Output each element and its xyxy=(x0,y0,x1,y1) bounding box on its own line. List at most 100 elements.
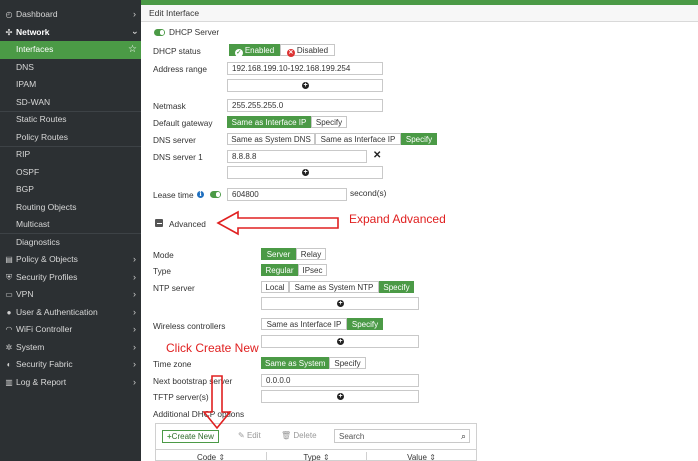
wlc-specify-button[interactable]: Specify xyxy=(347,318,383,330)
tz-specify-button[interactable]: Specify xyxy=(329,357,366,369)
sort-icon: ⇕ xyxy=(322,453,330,461)
dns-same-as-system-button[interactable]: Same as System DNS xyxy=(227,133,315,145)
advanced-toggle-label[interactable]: Advanced xyxy=(169,219,206,229)
dns-server-1-input[interactable]: 8.8.8.8 xyxy=(227,150,367,163)
edit-label: Edit xyxy=(246,431,261,440)
sidebar-item-label: Static Routes xyxy=(16,114,67,124)
ntp-specify-button[interactable]: Specify xyxy=(379,281,414,293)
delete-button[interactable]: 🗑 Delete xyxy=(277,430,321,443)
sidebar-item-diagnostics[interactable]: Diagnostics xyxy=(0,234,141,252)
dhcp-server-section-title: DHCP Server xyxy=(169,27,220,37)
vpn-icon: ▭ xyxy=(5,290,13,299)
sidebar-item-policy-routes[interactable]: Policy Routes xyxy=(0,129,141,147)
netmask-input[interactable]: 255.255.255.0 xyxy=(227,99,383,112)
sidebar-item-user-authentication[interactable]: ● User & Authentication › xyxy=(0,304,141,322)
sidebar-item-policy-objects[interactable]: ▤ Policy & Objects › xyxy=(0,251,141,269)
sidebar-item-static-routes[interactable]: Static Routes xyxy=(0,111,141,129)
add-plus-icon: + xyxy=(302,169,309,176)
column-header-label: Type xyxy=(303,453,321,461)
log-report-icon: ▥ xyxy=(5,377,13,387)
mode-server-button[interactable]: Server xyxy=(261,248,296,260)
sidebar-item-security-profiles[interactable]: ⛨ Security Profiles › xyxy=(0,269,141,287)
dhcp-server-toggle[interactable] xyxy=(154,29,165,36)
sidebar-item-multicast[interactable]: Multicast xyxy=(0,216,141,234)
column-header-label: Value xyxy=(407,453,427,461)
sidebar-item-bgp[interactable]: BGP xyxy=(0,181,141,199)
security-fabric-icon: ◐ xyxy=(6,360,12,369)
sidebar-item-interfaces[interactable]: Interfaces ☆ xyxy=(0,41,141,59)
user-icon: ● xyxy=(6,307,12,317)
ntp-local-button[interactable]: Local xyxy=(261,281,289,293)
dns-specify-button[interactable]: Specify xyxy=(401,133,437,145)
sidebar-item-label: VPN xyxy=(16,289,34,299)
time-zone-label: Time zone xyxy=(153,359,192,369)
column-header-value[interactable]: Value ⇕ xyxy=(366,452,476,461)
sidebar-item-label: Network xyxy=(16,26,50,37)
next-bootstrap-server-input[interactable]: 0.0.0.0 xyxy=(261,374,419,387)
lease-time-input[interactable]: 604800 xyxy=(227,188,347,201)
dhcp-enabled-button[interactable]: ✓ Enabled xyxy=(229,44,280,57)
ntp-same-as-system-button[interactable]: Same as System NTP xyxy=(289,281,379,293)
sidebar-item-dns[interactable]: DNS xyxy=(0,59,141,77)
sidebar-item-security-fabric[interactable]: ◐ Security Fabric › xyxy=(0,356,141,374)
lease-time-toggle[interactable] xyxy=(210,191,221,198)
sidebar-item-dashboard[interactable]: ◴ Dashboard › xyxy=(0,6,141,24)
dhcp-disabled-button[interactable]: ✕ Disabled xyxy=(280,44,335,57)
dhcp-enabled-label: Enabled xyxy=(244,46,275,55)
address-range-label: Address range xyxy=(153,64,207,74)
column-header-code[interactable]: Code ⇕ xyxy=(156,452,266,461)
gateway-same-as-interface-button[interactable]: Same as Interface IP xyxy=(227,116,311,128)
sidebar-item-network[interactable]: ✣ Network › xyxy=(0,24,141,42)
wlc-same-as-interface-button[interactable]: Same as Interface IP xyxy=(261,318,347,330)
sidebar-item-sd-wan[interactable]: SD-WAN xyxy=(0,94,141,112)
sidebar-item-ospf[interactable]: OSPF xyxy=(0,164,141,182)
address-range-add-row[interactable]: + xyxy=(227,79,383,92)
collapse-advanced-icon[interactable] xyxy=(155,219,163,227)
table-header-divider xyxy=(156,449,476,450)
sidebar-item-routing-objects[interactable]: Routing Objects xyxy=(0,199,141,217)
type-ipsec-button[interactable]: IPsec xyxy=(298,264,327,276)
tftp-add-row[interactable]: + xyxy=(261,390,419,403)
sidebar-item-ipam[interactable]: IPAM xyxy=(0,76,141,94)
wlc-add-row[interactable]: + xyxy=(261,335,419,348)
wifi-icon: ◠ xyxy=(5,325,13,334)
network-icon: ✣ xyxy=(5,27,13,37)
mode-relay-button[interactable]: Relay xyxy=(296,248,326,260)
tz-same-as-system-button[interactable]: Same as System xyxy=(261,357,329,369)
sidebar: ◴ Dashboard › ✣ Network › Interfaces ☆ D… xyxy=(0,0,141,461)
sidebar-item-label: Policy & Objects xyxy=(16,254,78,264)
address-range-input[interactable]: 192.168.199.10-192.168.199.254 xyxy=(227,62,383,75)
dashboard-icon: ◴ xyxy=(5,10,13,19)
sidebar-item-rip[interactable]: RIP xyxy=(0,146,141,164)
sidebar-item-label: IPAM xyxy=(16,79,37,89)
chevron-right-icon: › xyxy=(133,341,136,352)
column-header-type[interactable]: Type ⇕ xyxy=(266,452,366,461)
sidebar-item-label: Multicast xyxy=(16,219,50,229)
sort-icon: ⇕ xyxy=(429,453,436,461)
create-new-button[interactable]: +Create New xyxy=(162,430,219,443)
trash-icon: 🗑 xyxy=(281,431,292,440)
sidebar-item-vpn[interactable]: ▭ VPN › xyxy=(0,286,141,304)
sidebar-item-wifi-controller[interactable]: ◠ WiFi Controller › xyxy=(0,321,141,339)
search-icon[interactable]: ⌕ xyxy=(461,430,466,443)
ntp-add-row[interactable]: + xyxy=(261,297,419,310)
remove-x-icon[interactable]: ✕ xyxy=(373,151,381,161)
type-regular-button[interactable]: Regular xyxy=(261,264,298,276)
edit-button[interactable]: ✎ Edit xyxy=(234,430,265,443)
chevron-right-icon: › xyxy=(133,306,136,317)
dns-server-add-row[interactable]: + xyxy=(227,166,383,179)
dns-same-as-interface-button[interactable]: Same as Interface IP xyxy=(315,133,401,145)
create-new-label: Create New xyxy=(171,432,214,441)
table-search-input[interactable]: Search ⌕ xyxy=(334,429,470,443)
chevron-right-icon: › xyxy=(133,289,136,299)
policy-objects-icon: ▤ xyxy=(5,255,13,264)
favorite-star-icon[interactable]: ☆ xyxy=(128,41,137,59)
ntp-server-label: NTP server xyxy=(153,283,195,293)
sidebar-item-log-report[interactable]: ▥ Log & Report › xyxy=(0,374,141,392)
sidebar-item-label: Security Profiles xyxy=(16,271,78,282)
sidebar-item-label: Diagnostics xyxy=(16,236,60,247)
gateway-specify-button[interactable]: Specify xyxy=(311,116,347,128)
info-icon[interactable]: i xyxy=(197,191,204,198)
sidebar-item-system[interactable]: ✲ System › xyxy=(0,339,141,357)
add-plus-icon: + xyxy=(337,338,344,345)
